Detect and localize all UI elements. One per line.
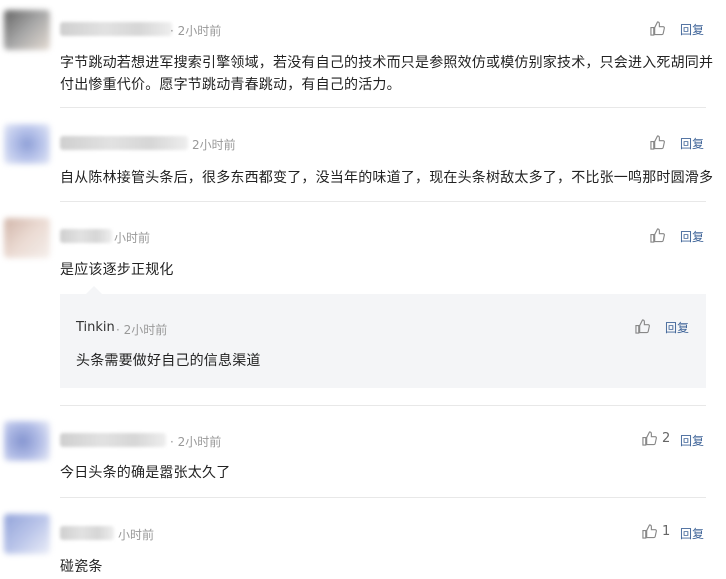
subreply-time: · 2小时前 <box>116 323 168 337</box>
comment-time: 小时前 <box>118 528 155 542</box>
username-blurred[interactable] <box>60 229 112 243</box>
subreply-box: Tinkin · 2小时前 回复 头条需要做好自己的信息渠道 <box>60 294 706 388</box>
reply-button[interactable]: 回复 <box>680 135 704 152</box>
avatar[interactable] <box>4 514 50 554</box>
avatar[interactable] <box>4 421 50 461</box>
like-count: 1 <box>662 524 671 539</box>
avatar[interactable] <box>4 10 50 50</box>
comment-text-line-1: 字节跳动若想进军搜索引擎领域，若没有自己的技术而只是参照效仿或模仿别家技术，只会… <box>60 55 714 71</box>
reply-button[interactable]: 回复 <box>680 21 704 38</box>
thumbs-up-icon[interactable] <box>642 524 657 539</box>
divider <box>60 201 706 202</box>
thumbs-up-icon[interactable] <box>635 319 650 334</box>
comment-text-line-2: 付出惨重代价。愿字节跳动青春跳动，有自己的活力。 <box>60 77 401 93</box>
reply-button[interactable]: 回复 <box>680 432 704 449</box>
divider <box>60 497 706 498</box>
reply-button[interactable]: 回复 <box>665 319 689 336</box>
comment-time: 小时前 <box>114 231 151 245</box>
thumbs-up-icon[interactable] <box>650 228 665 243</box>
subreply-text: 头条需要做好自己的信息渠道 <box>76 353 261 369</box>
like-count: 2 <box>662 431 671 446</box>
thumbs-up-icon[interactable] <box>642 431 657 446</box>
username-blurred[interactable] <box>60 526 114 540</box>
comment-text: 自从陈林接管头条后，很多东西都变了，没当年的味道了，现在头条树敌太多了，不比张一… <box>60 170 714 186</box>
thumbs-up-icon[interactable] <box>650 135 665 150</box>
reply-button[interactable]: 回复 <box>680 525 704 542</box>
comment-time: · 2小时前 <box>170 435 222 449</box>
comment-time: 2小时前 <box>192 138 236 152</box>
comment-text: 今日头条的确是嚣张太久了 <box>60 465 231 481</box>
divider <box>60 405 706 406</box>
comment-text: 是应该逐步正规化 <box>60 262 174 278</box>
thumbs-up-icon[interactable] <box>650 21 665 36</box>
username-blurred[interactable] <box>60 433 166 447</box>
comment-text: 碰瓷条 <box>60 559 103 575</box>
subreply-username[interactable]: Tinkin <box>76 320 115 335</box>
avatar[interactable] <box>4 218 50 258</box>
avatar[interactable] <box>4 124 50 164</box>
reply-button[interactable]: 回复 <box>680 228 704 245</box>
divider <box>60 107 706 108</box>
comment-time: · 2小时前 <box>170 24 222 38</box>
username-blurred[interactable] <box>60 22 172 36</box>
username-blurred[interactable] <box>60 136 188 150</box>
subreply-caret <box>86 286 102 294</box>
